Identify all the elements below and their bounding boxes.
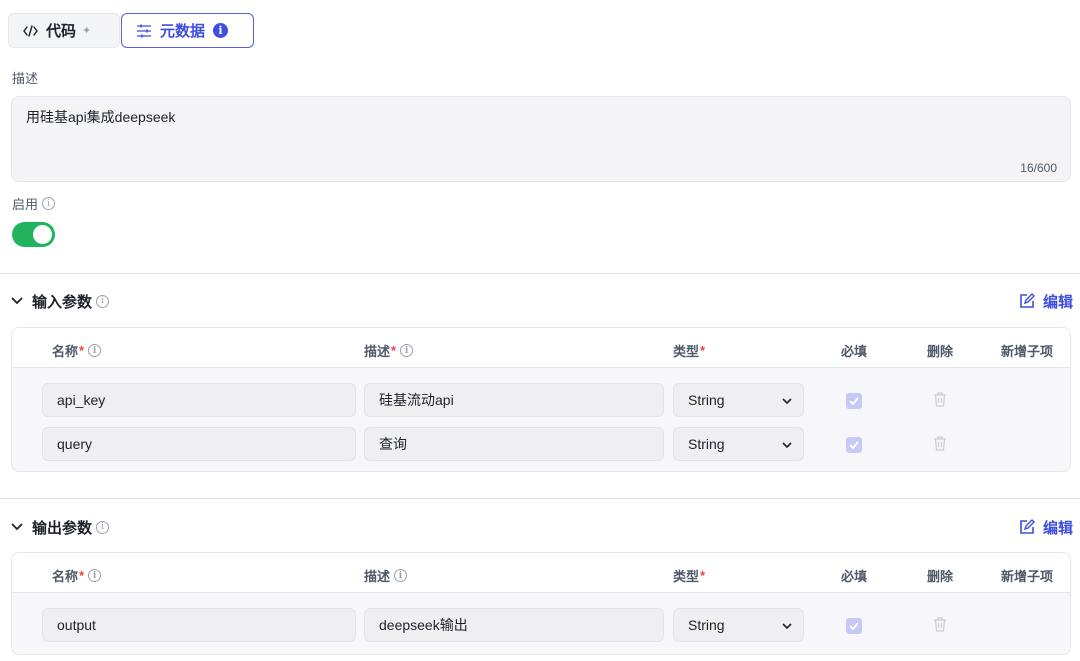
type-value: String: [688, 436, 725, 452]
table-header: 名称 * i 描述 * i 类型 * 必填 删除 新增子项: [12, 328, 1070, 368]
input-params-edit-button[interactable]: 编辑: [1019, 289, 1073, 313]
edit-icon: [1020, 293, 1035, 308]
output-params-title: 输出参数: [32, 519, 93, 537]
chevron-down-icon[interactable]: [10, 294, 24, 308]
param-type-select[interactable]: String: [673, 427, 804, 461]
input-params-header: 输入参数 i 编辑: [10, 289, 1073, 313]
table-header: 名称 * i 描述 i 类型 * 必填 删除 新增子项: [12, 553, 1070, 593]
column-delete: 删除: [927, 569, 954, 584]
edit-label: 编辑: [1042, 293, 1073, 311]
enable-label-text: 启用: [12, 197, 39, 212]
divider: [0, 273, 1080, 274]
chevron-down-icon: [782, 623, 792, 630]
info-icon[interactable]: i: [400, 344, 414, 357]
info-icon[interactable]: i: [88, 569, 102, 582]
edit-label: 编辑: [1042, 519, 1073, 537]
tab-metadata[interactable]: 元数据 i: [121, 13, 254, 48]
column-type: 类型 *: [673, 343, 706, 359]
column-type: 类型 *: [673, 568, 706, 584]
info-icon[interactable]: i: [96, 520, 110, 534]
enable-toggle[interactable]: [12, 222, 55, 247]
info-icon[interactable]: i: [42, 197, 56, 210]
chevron-down-icon: [782, 442, 792, 449]
description-value: 用硅基api集成deepseek: [26, 109, 176, 125]
chevron-down-icon[interactable]: [10, 520, 24, 534]
enable-label: 启用 i: [12, 194, 56, 213]
required-checkbox[interactable]: [846, 437, 862, 453]
description-label-text: 描述: [12, 71, 39, 86]
column-required: 必填: [841, 344, 868, 359]
column-delete: 删除: [927, 344, 954, 359]
tab-metadata-label: 元数据: [160, 23, 206, 40]
column-description: 描述 * i: [364, 341, 414, 360]
param-name-input[interactable]: query: [42, 427, 356, 461]
param-type-select[interactable]: String: [673, 608, 804, 642]
info-icon[interactable]: i: [88, 344, 102, 357]
code-icon: [23, 24, 38, 37]
tab-bar: 代码 ✦ 元数据 i: [8, 13, 254, 48]
table-row: api_key 硅基流动api String: [12, 377, 1070, 421]
trash-icon[interactable]: [933, 392, 947, 407]
edit-icon: [1020, 519, 1035, 534]
column-name: 名称 * i: [52, 341, 102, 360]
output-params-edit-button[interactable]: 编辑: [1019, 515, 1073, 539]
character-count: 16/600: [1020, 161, 1057, 175]
trash-icon[interactable]: [933, 436, 947, 451]
output-params-table: 名称 * i 描述 i 类型 * 必填 删除 新增子项 output deepseek输…: [11, 552, 1071, 655]
output-params-header: 输出参数 i 编辑: [10, 515, 1073, 539]
param-description-input[interactable]: deepseek输出: [364, 608, 664, 642]
type-value: String: [688, 617, 725, 633]
param-name-input[interactable]: api_key: [42, 383, 356, 417]
sparkle-icon: ✦: [82, 25, 92, 37]
table-row: query 查询 String: [12, 421, 1070, 465]
input-params-table: 名称 * i 描述 * i 类型 * 必填 删除 新增子项 api_key 硅基流动api…: [11, 327, 1071, 472]
required-checkbox[interactable]: [846, 618, 862, 634]
column-description: 描述 i: [364, 566, 408, 585]
param-description-input[interactable]: 硅基流动api: [364, 383, 664, 417]
tab-code[interactable]: 代码 ✦: [8, 13, 120, 48]
type-value: String: [688, 392, 725, 408]
column-required: 必填: [841, 569, 868, 584]
column-add-child: 新增子项: [1001, 569, 1054, 584]
required-checkbox[interactable]: [846, 393, 862, 409]
divider: [0, 498, 1080, 499]
param-type-select[interactable]: String: [673, 383, 804, 417]
toggle-knob: [33, 225, 52, 244]
table-row: output deepseek输出 String: [12, 602, 1070, 646]
column-add-child: 新增子项: [1001, 344, 1054, 359]
param-name-input[interactable]: output: [42, 608, 356, 642]
description-textarea[interactable]: 用硅基api集成deepseek 16/600: [11, 96, 1071, 182]
info-icon[interactable]: i: [394, 569, 408, 582]
input-params-title: 输入参数: [32, 293, 93, 311]
info-icon: i: [213, 23, 229, 38]
description-label: 描述: [12, 68, 38, 87]
column-name: 名称 * i: [52, 566, 102, 585]
tab-code-label: 代码: [46, 23, 77, 40]
sliders-icon: [136, 24, 152, 38]
info-icon[interactable]: i: [96, 294, 110, 308]
param-description-input[interactable]: 查询: [364, 427, 664, 461]
trash-icon[interactable]: [933, 617, 947, 632]
chevron-down-icon: [782, 398, 792, 405]
